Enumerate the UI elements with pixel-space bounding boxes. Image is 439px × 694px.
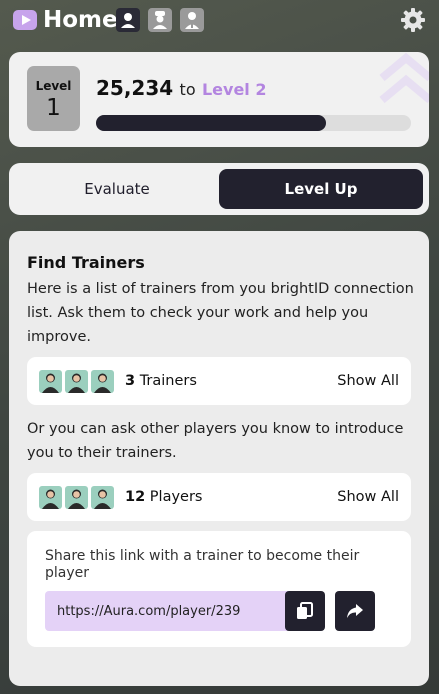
header: Home xyxy=(0,0,439,40)
avatar xyxy=(65,486,88,509)
share-arrow-icon xyxy=(347,604,363,618)
share-instructions: Share this link with a trainer to become… xyxy=(45,548,360,581)
level-number: 1 xyxy=(46,95,61,121)
players-count-label: Players xyxy=(149,489,203,505)
avatar xyxy=(91,486,114,509)
chef-icon[interactable] xyxy=(148,8,172,32)
players-description: Or you can ask other players you know to… xyxy=(27,421,404,461)
trainers-description: Here is a list of trainers from you brig… xyxy=(27,281,414,345)
level-progress-fill xyxy=(96,115,326,131)
section-title: Find Trainers xyxy=(27,253,145,272)
players-row[interactable]: 12 Players Show All xyxy=(27,473,411,521)
players-count: 12 Players xyxy=(125,486,202,508)
level-progress-bar xyxy=(96,115,411,131)
players-show-all-button[interactable]: Show All xyxy=(337,486,399,508)
tab-level-up[interactable]: Level Up xyxy=(219,169,423,209)
trainers-show-all-button[interactable]: Show All xyxy=(337,370,399,392)
players-count-number: 12 xyxy=(125,489,146,505)
avatar xyxy=(39,370,62,393)
chevron-up-icon xyxy=(379,52,429,104)
play-icon[interactable] xyxy=(13,10,37,30)
level-card: Level 1 25,234 to Level 2 xyxy=(9,52,429,147)
share-link-box: Share this link with a trainer to become… xyxy=(27,531,411,647)
level-badge: Level 1 xyxy=(27,66,80,131)
score-to: to xyxy=(179,80,196,99)
avatar xyxy=(91,370,114,393)
trainers-count-label: Trainers xyxy=(139,373,197,389)
doctor-icon[interactable] xyxy=(180,8,204,32)
avatar xyxy=(39,486,62,509)
tab-bar: Evaluate Level Up xyxy=(9,163,429,215)
gear-icon[interactable] xyxy=(400,7,426,33)
trainers-row[interactable]: 3 Trainers Show All xyxy=(27,357,411,405)
copy-icon xyxy=(297,602,313,619)
score-line: 25,234 to Level 2 xyxy=(96,76,266,102)
share-link-field[interactable] xyxy=(45,591,293,631)
share-button[interactable] xyxy=(335,591,375,631)
avatar xyxy=(65,370,88,393)
trainers-count: 3 Trainers xyxy=(125,370,197,392)
find-trainers-panel: Find Trainers Here is a list of trainers… xyxy=(9,231,429,686)
trainers-count-number: 3 xyxy=(125,373,136,389)
next-level: Level 2 xyxy=(201,80,267,99)
tab-evaluate[interactable]: Evaluate xyxy=(15,169,219,209)
user-icon[interactable] xyxy=(116,8,140,32)
copy-button[interactable] xyxy=(285,591,325,631)
score-value: 25,234 xyxy=(96,76,174,100)
page-title: Home xyxy=(43,7,118,33)
level-label: Level xyxy=(35,79,72,93)
